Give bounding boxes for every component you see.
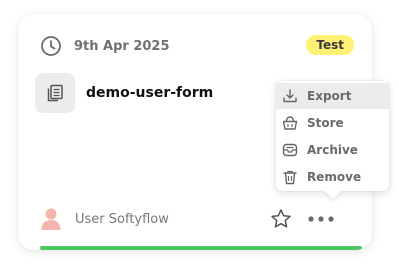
status-bar bbox=[40, 246, 362, 250]
menu-item-export[interactable]: Export bbox=[276, 83, 389, 109]
card-header: 9th Apr 2025 Test bbox=[40, 34, 354, 58]
menu-item-label: Store bbox=[307, 116, 344, 130]
form-name[interactable]: demo-user-form bbox=[86, 85, 213, 101]
menu-item-label: Export bbox=[307, 89, 352, 103]
trash-icon bbox=[282, 169, 298, 185]
user-avatar-icon bbox=[40, 207, 62, 231]
menu-item-store[interactable]: Store bbox=[276, 110, 389, 136]
actions-menu: Export Store Archive Remove bbox=[276, 81, 389, 200]
form-document-icon bbox=[35, 73, 75, 113]
menu-item-label: Archive bbox=[307, 143, 358, 157]
clock-icon bbox=[40, 35, 62, 57]
owner-name: User Softyflow bbox=[75, 211, 169, 227]
more-horizontal-icon[interactable] bbox=[306, 210, 336, 228]
menu-item-archive[interactable]: Archive bbox=[276, 137, 389, 163]
menu-item-label: Remove bbox=[307, 170, 362, 184]
store-basket-icon bbox=[282, 115, 298, 131]
star-icon[interactable] bbox=[270, 208, 292, 230]
form-title-row[interactable]: demo-user-form bbox=[35, 73, 213, 113]
export-icon bbox=[282, 88, 298, 104]
card-date: 9th Apr 2025 bbox=[74, 38, 170, 54]
page: 9th Apr 2025 Test demo-user-form User So… bbox=[0, 0, 399, 269]
card-footer: User Softyflow bbox=[40, 206, 354, 232]
archive-icon bbox=[282, 142, 298, 158]
environment-badge: Test bbox=[306, 35, 354, 55]
